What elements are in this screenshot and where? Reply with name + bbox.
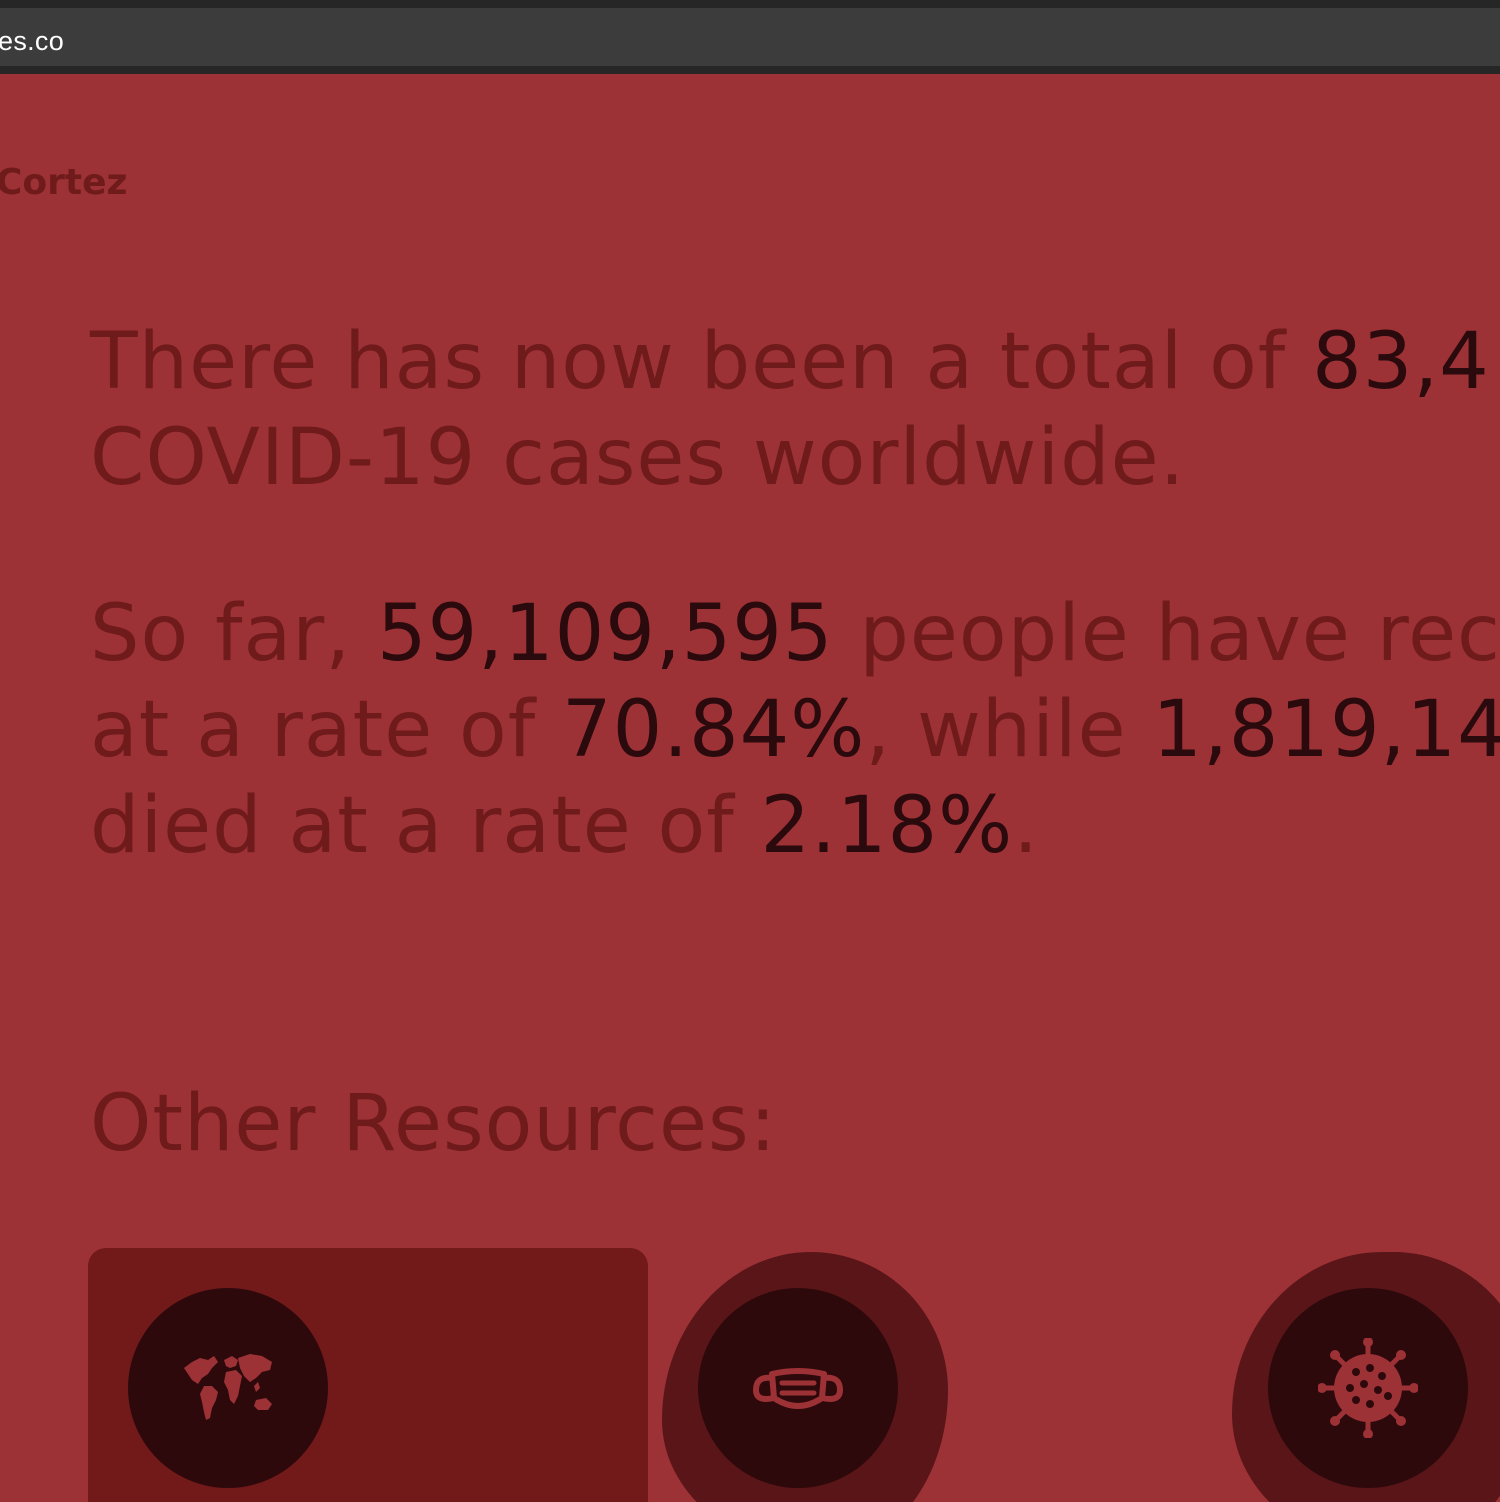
world-map-icon — [184, 1354, 272, 1420]
face-mask-icon-button[interactable] — [698, 1288, 898, 1488]
death-rate-line: died at a rate of 2.18%. — [90, 778, 1500, 874]
browser-top-strip — [0, 0, 1500, 8]
recovery-rate-prefix: at a rate of — [90, 685, 562, 775]
deaths-prefix: , while — [865, 685, 1153, 775]
cases-prefix: There has now been a total of — [90, 317, 1313, 407]
cases-suffix: COVID-19 cases worldwide. — [90, 413, 1186, 503]
recovered-value: 59,109,595 — [376, 589, 834, 679]
other-resources-heading: Other Resources: — [90, 1079, 777, 1169]
death-rate-value: 2.18% — [760, 781, 1014, 871]
cases-value: 83,4 — [1312, 317, 1490, 407]
page-content: Cortez There has now been a total of 83,… — [0, 74, 1500, 1502]
outcomes-statement: So far, 59,109,595 people have rec at a … — [90, 586, 1500, 874]
recovered-line: So far, 59,109,595 people have rec — [90, 586, 1500, 682]
virus-icon — [1318, 1338, 1418, 1438]
recovery-rate-value: 70.84% — [561, 685, 866, 775]
address-bar[interactable]: es.co — [0, 8, 1500, 66]
face-mask-icon — [753, 1368, 843, 1409]
cases-line-1: There has now been a total of 83,4 — [90, 314, 1500, 410]
recovery-rate-line: at a rate of 70.84%, while 1,819,147 — [90, 682, 1500, 778]
recovered-prefix: So far, — [90, 589, 377, 679]
death-rate-suffix: . — [1013, 781, 1040, 871]
cases-statement: There has now been a total of 83,4 COVID… — [90, 314, 1500, 506]
browser-toolbar-divider — [0, 66, 1500, 74]
brand-name[interactable]: Cortez — [0, 162, 127, 203]
death-rate-prefix: died at a rate of — [90, 781, 761, 871]
world-map-icon-button[interactable] — [128, 1288, 328, 1488]
deaths-value: 1,819,147 — [1152, 685, 1500, 775]
virus-icon-button[interactable] — [1268, 1288, 1468, 1488]
cases-line-2: COVID-19 cases worldwide. — [90, 410, 1500, 506]
recovered-suffix: people have rec — [833, 589, 1500, 679]
url-text[interactable]: es.co — [0, 26, 64, 57]
